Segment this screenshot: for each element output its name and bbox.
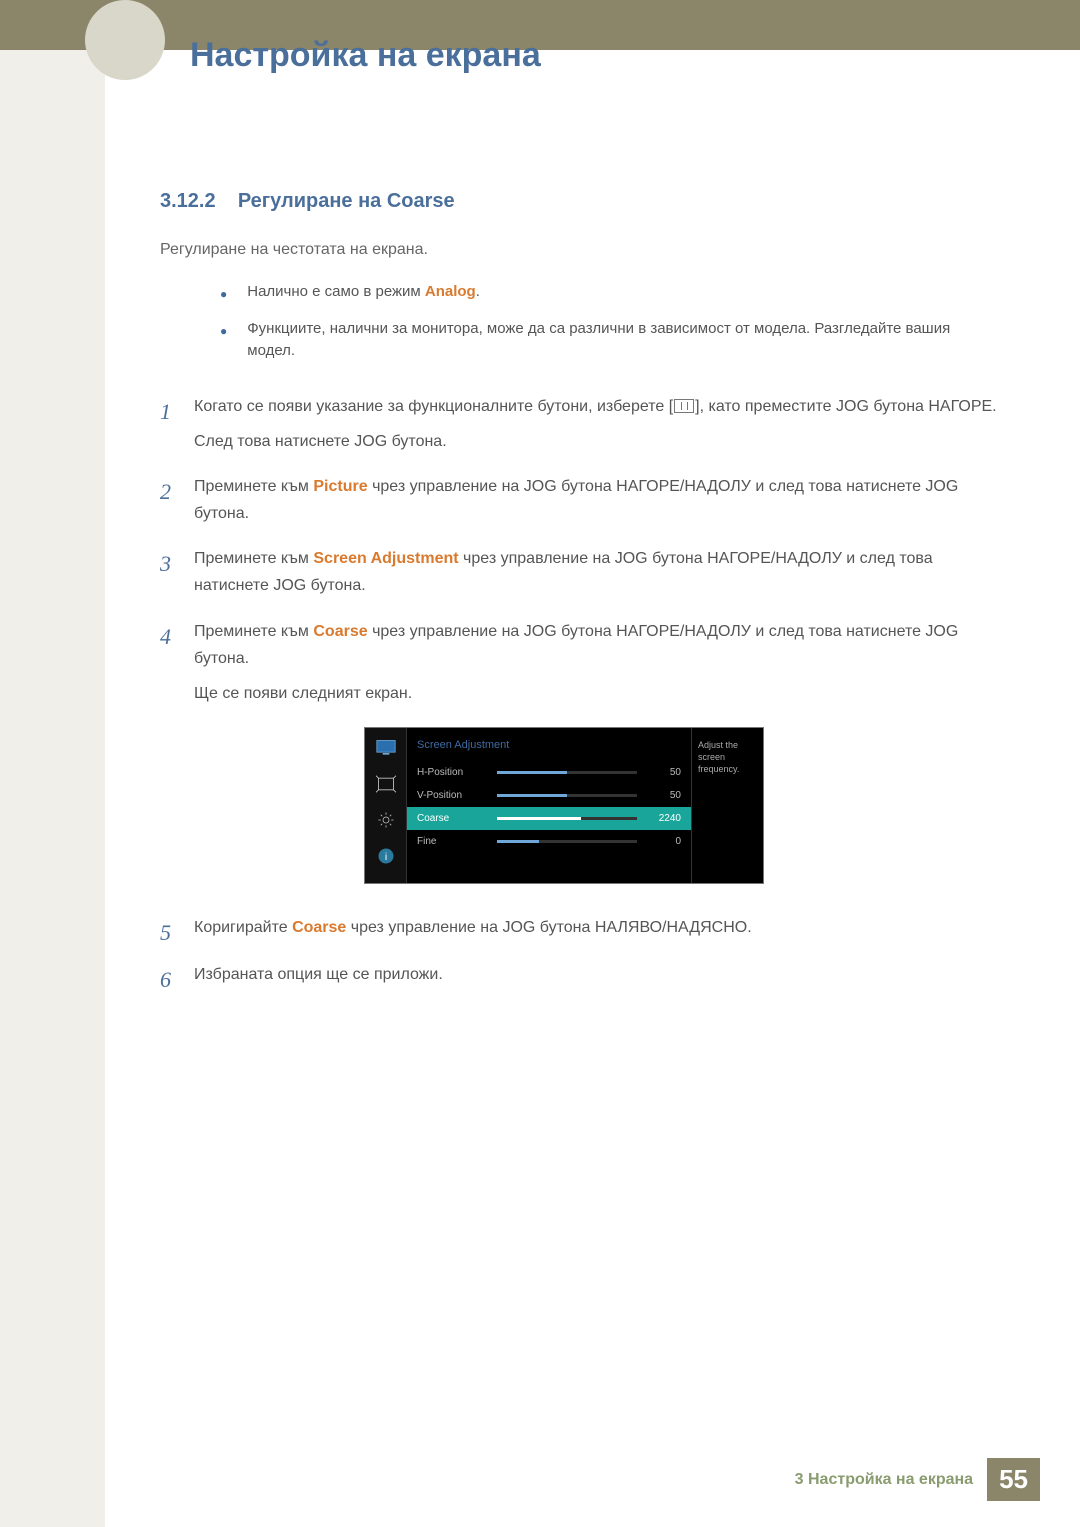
step-5: 5 Коригирайте Coarse чрез управление на …	[160, 914, 1000, 951]
osd-row: V-Position 50	[407, 784, 691, 807]
osd-title: Screen Adjustment	[407, 736, 691, 761]
step-body: Когато се появи указание за функционални…	[194, 393, 1000, 463]
menu-button-icon	[674, 399, 694, 413]
osd-row-value: 0	[647, 833, 681, 850]
osd-row-label: Coarse	[417, 810, 487, 827]
steps-list: 1 Когато се появи указание за функционал…	[160, 393, 1000, 999]
osd-row-value: 2240	[647, 810, 681, 827]
resize-icon	[375, 774, 397, 794]
osd-row-value: 50	[647, 764, 681, 781]
note-text: Функциите, налични за монитора, може да …	[247, 318, 1000, 363]
note-block: ● Налично е само в режим Analog. ● Функц…	[220, 281, 1000, 363]
note-text: Налично е само в режим Analog.	[247, 281, 480, 304]
osd-row: H-Position 50	[407, 761, 691, 784]
osd-help-text: Adjust the screen frequency.	[691, 728, 763, 883]
osd-row-label: H-Position	[417, 764, 487, 781]
osd-screenshot: i Screen Adjustment H-Position50V-Positi…	[364, 727, 764, 884]
step-body: Коригирайте Coarse чрез управление на JO…	[194, 914, 1000, 951]
osd-slider	[497, 817, 637, 820]
page-title: Настройка на екрана	[190, 36, 541, 75]
osd-row: Coarse 2240	[407, 807, 691, 830]
section-heading: 3.12.2 Регулиране на Coarse	[160, 190, 1000, 213]
svg-text:i: i	[384, 851, 386, 863]
bullet-icon: ●	[220, 281, 227, 304]
chapter-badge	[85, 0, 165, 80]
osd-sidebar: i	[365, 728, 407, 883]
section-number: 3.12.2	[160, 190, 216, 212]
step-3: 3 Преминете към Screen Adjustment чрез у…	[160, 545, 1000, 607]
step-body: Преминете към Coarse чрез управление на …	[194, 618, 1000, 904]
step-body: Избраната опция ще се приложи.	[194, 961, 1000, 998]
section-intro: Регулиране на честотата на екрана.	[160, 241, 1000, 259]
left-sidebar	[0, 0, 105, 1527]
step-2: 2 Преминете към Picture чрез управление …	[160, 473, 1000, 535]
bullet-icon: ●	[220, 318, 227, 363]
step-number: 1	[160, 393, 194, 463]
footer-text: 3 Настройка на екрана	[795, 1471, 973, 1489]
footer: 3 Настройка на екрана 55	[795, 1458, 1040, 1501]
osd-row: Fine 0	[407, 830, 691, 853]
step-1: 1 Когато се появи указание за функционал…	[160, 393, 1000, 463]
section-title: Регулиране на Coarse	[238, 190, 455, 212]
osd-slider	[497, 840, 637, 843]
step-number: 2	[160, 473, 194, 535]
note-item: ● Функциите, налични за монитора, може д…	[220, 318, 1000, 363]
note-item: ● Налично е само в режим Analog.	[220, 281, 1000, 304]
info-icon: i	[375, 846, 397, 866]
step-body: Преминете към Screen Adjustment чрез упр…	[194, 545, 1000, 607]
osd-row-label: Fine	[417, 833, 487, 850]
monitor-icon	[375, 738, 397, 758]
step-6: 6 Избраната опция ще се приложи.	[160, 961, 1000, 998]
step-number: 6	[160, 961, 194, 998]
step-number: 3	[160, 545, 194, 607]
osd-slider	[497, 794, 637, 797]
page-number: 55	[987, 1458, 1040, 1501]
step-4: 4 Преминете към Coarse чрез управление н…	[160, 618, 1000, 904]
osd-row-label: V-Position	[417, 787, 487, 804]
osd-slider	[497, 771, 637, 774]
gear-icon	[375, 810, 397, 830]
osd-row-value: 50	[647, 787, 681, 804]
osd-main: Screen Adjustment H-Position50V-Position…	[407, 728, 691, 883]
step-number: 5	[160, 914, 194, 951]
step-number: 4	[160, 618, 194, 904]
content-area: 3.12.2 Регулиране на Coarse Регулиране н…	[160, 190, 1000, 1009]
step-body: Преминете към Picture чрез управление на…	[194, 473, 1000, 535]
